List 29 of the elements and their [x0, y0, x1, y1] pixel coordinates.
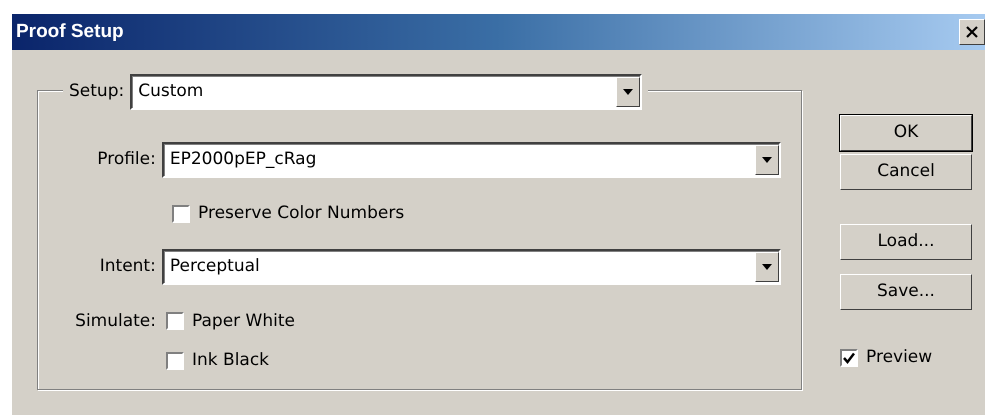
- caret-icon: [762, 264, 772, 270]
- close-button[interactable]: [959, 19, 985, 45]
- dropdown[interactable]: Custom: [130, 74, 642, 110]
- checkbox[interactable]: [840, 348, 858, 367]
- dropdown-value: Custom: [138, 80, 204, 104]
- caret-icon: [762, 157, 772, 163]
- dropdown[interactable]: EP2000pEP_cRag: [162, 142, 781, 178]
- field-label: Setup:: [69, 80, 124, 104]
- dialog-button[interactable]: Load...: [840, 224, 972, 260]
- field-label: Intent:: [98, 254, 157, 278]
- dialog-button[interactable]: OK: [840, 115, 972, 151]
- checkbox[interactable]: [166, 352, 184, 370]
- checkmark-icon: [843, 352, 855, 364]
- checkbox-label: Ink Black: [192, 349, 270, 372]
- dropdown[interactable]: Perceptual: [162, 248, 781, 284]
- checkbox[interactable]: [172, 204, 190, 223]
- checkbox[interactable]: [166, 312, 184, 330]
- dialog-button[interactable]: Save...: [840, 274, 972, 310]
- window-title: Proof Setup: [16, 20, 124, 44]
- close-icon: [966, 26, 978, 38]
- field-label: Profile:: [96, 148, 157, 172]
- checkbox-label: Paper White: [192, 310, 295, 332]
- dialog-button[interactable]: Cancel: [840, 154, 972, 190]
- dropdown-value: EP2000pEP_cRag: [170, 148, 316, 172]
- field-label: Simulate:: [74, 310, 157, 332]
- checkbox-label: Preview: [866, 346, 932, 369]
- caret-icon: [623, 89, 634, 95]
- checkbox-label: Preserve Color Numbers: [198, 202, 404, 225]
- dropdown-value: Perceptual: [170, 254, 260, 278]
